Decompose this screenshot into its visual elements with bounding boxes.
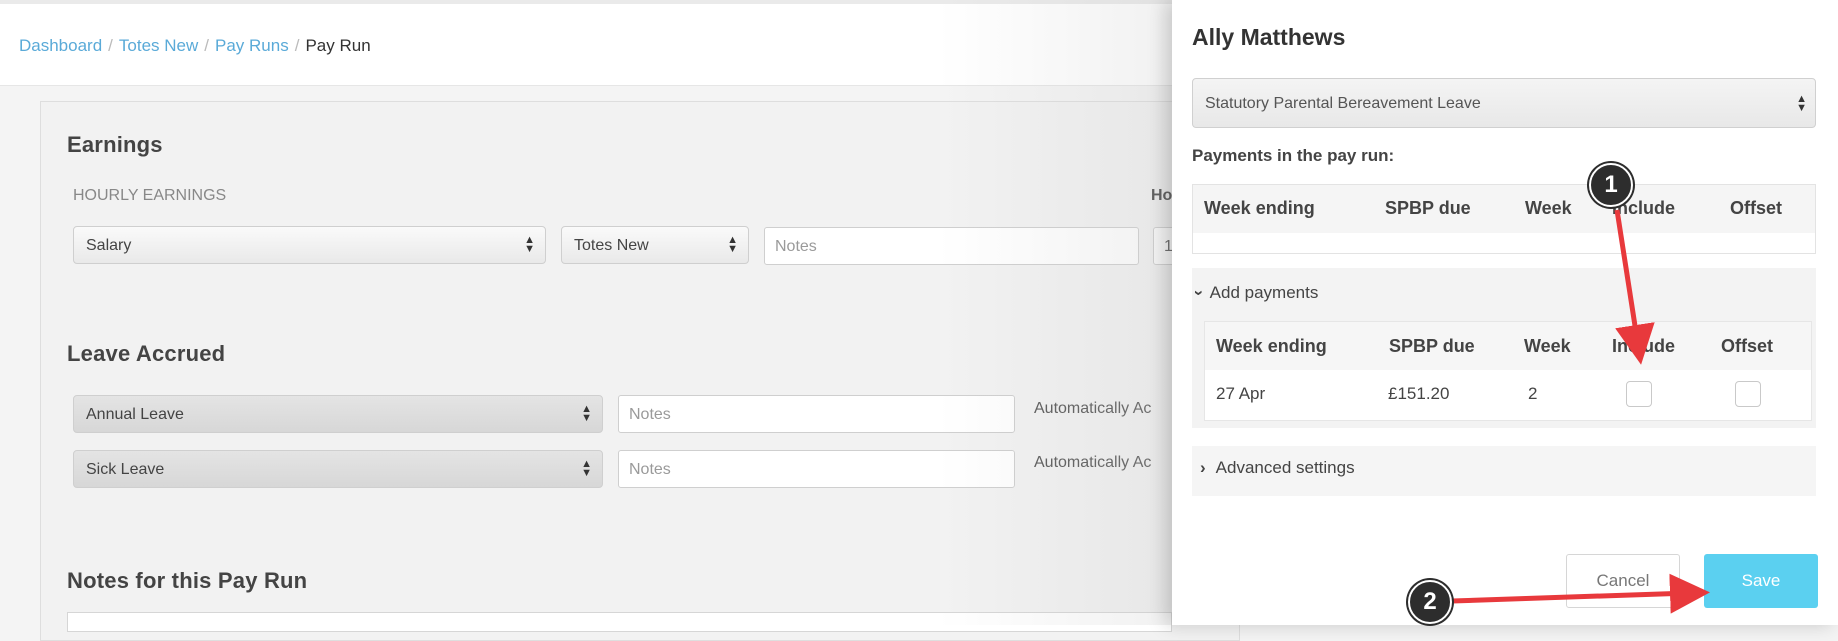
chevron-down-icon: › — [1189, 290, 1209, 296]
add-payments-toggle[interactable]: ›Add payments — [1190, 283, 1319, 303]
advanced-settings-label: Advanced settings — [1215, 458, 1355, 477]
col-spbp-due: SPBP due — [1385, 198, 1471, 218]
statutory-leave-select[interactable]: Statutory Parental Bereavement Leave ▲ ▼ — [1192, 78, 1816, 128]
annotation-badge-1: 1 — [1589, 163, 1633, 207]
save-button[interactable]: Save — [1704, 554, 1818, 608]
row-spbp-due: £151.20 — [1388, 384, 1450, 403]
earnings-title: Earnings — [67, 132, 163, 157]
breadcrumb-totes-new[interactable]: Totes New — [119, 36, 198, 55]
row-week-ending: 27 Apr — [1216, 384, 1266, 403]
leave-type-value: Sick Leave — [86, 461, 165, 478]
leave-type-select-sick[interactable]: Sick Leave ▲ ▼ — [73, 450, 603, 488]
leave-type-value: Annual Leave — [86, 406, 184, 423]
add-col-spbp-due: SPBP due — [1389, 336, 1475, 356]
breadcrumb-pay-runs[interactable]: Pay Runs — [215, 36, 289, 55]
select-arrows-icon: ▲ ▼ — [524, 234, 535, 255]
payments-heading: Payments in the pay run: — [1192, 146, 1395, 165]
breadcrumb-separator: / — [204, 36, 210, 55]
row-week: 2 — [1528, 384, 1538, 403]
company-select[interactable]: Totes New ▲ ▼ — [561, 226, 749, 264]
earnings-notes-placeholder: Notes — [775, 238, 817, 255]
add-col-week: Week — [1524, 336, 1571, 356]
leave-accrued-title: Leave Accrued — [67, 341, 226, 366]
statutory-leave-value: Statutory Parental Bereavement Leave — [1205, 95, 1481, 112]
breadcrumb-separator: / — [108, 36, 113, 55]
select-arrows-icon: ▲ ▼ — [581, 458, 592, 479]
breadcrumb: Dashboard / Totes New / Pay Runs / Pay Run — [19, 36, 371, 56]
add-payments-label: Add payments — [1209, 283, 1319, 302]
pay-run-notes-textarea[interactable] — [67, 612, 1172, 632]
add-col-offset: Offset — [1721, 336, 1774, 356]
select-arrows-icon: ▲ ▼ — [1796, 93, 1807, 114]
col-week-ending: Week ending — [1204, 198, 1315, 218]
earning-type-value: Salary — [86, 237, 132, 254]
employee-name: Ally Matthews — [1192, 24, 1346, 50]
notes-section-title: Notes for this Pay Run — [67, 568, 308, 593]
leave-type-select-annual[interactable]: Annual Leave ▲ ▼ — [73, 395, 603, 433]
select-arrows-icon: ▲ ▼ — [727, 234, 738, 255]
leave-notes-input[interactable]: Notes — [618, 450, 1015, 488]
annotation-badge-2: 2 — [1408, 580, 1452, 624]
col-week: Week — [1525, 198, 1572, 218]
chevron-right-icon: › — [1200, 458, 1206, 477]
breadcrumb-current: Pay Run — [305, 36, 371, 55]
add-col-week-ending: Week ending — [1216, 336, 1327, 356]
offset-checkbox[interactable] — [1735, 381, 1761, 407]
earnings-notes-input[interactable]: Notes — [764, 227, 1139, 265]
leave-drawer: Ally Matthews Statutory Parental Bereave… — [1172, 0, 1838, 625]
breadcrumb-dashboard[interactable]: Dashboard — [19, 36, 102, 55]
add-col-include: Include — [1612, 336, 1676, 356]
auto-accrue-text: Automatically Ac — [1034, 400, 1152, 417]
breadcrumb-separator: / — [294, 36, 300, 55]
hours-column-header: Ho — [1151, 187, 1173, 204]
col-offset: Offset — [1730, 198, 1783, 218]
cancel-button[interactable]: Cancel — [1566, 554, 1680, 608]
leave-notes-placeholder: Notes — [629, 461, 671, 478]
leave-notes-input[interactable]: Notes — [618, 395, 1015, 433]
pay-run-panel — [40, 101, 1240, 641]
leave-notes-placeholder: Notes — [629, 406, 671, 423]
company-value: Totes New — [574, 237, 649, 254]
select-arrows-icon: ▲ ▼ — [581, 403, 592, 424]
payments-table — [1192, 184, 1816, 254]
include-checkbox[interactable] — [1626, 381, 1652, 407]
earning-type-select[interactable]: Salary ▲ ▼ — [73, 226, 546, 264]
hourly-earnings-label: HOURLY EARNINGS — [73, 187, 227, 204]
advanced-settings-toggle[interactable]: › Advanced settings — [1200, 458, 1355, 478]
auto-accrue-text: Automatically Ac — [1034, 454, 1152, 471]
